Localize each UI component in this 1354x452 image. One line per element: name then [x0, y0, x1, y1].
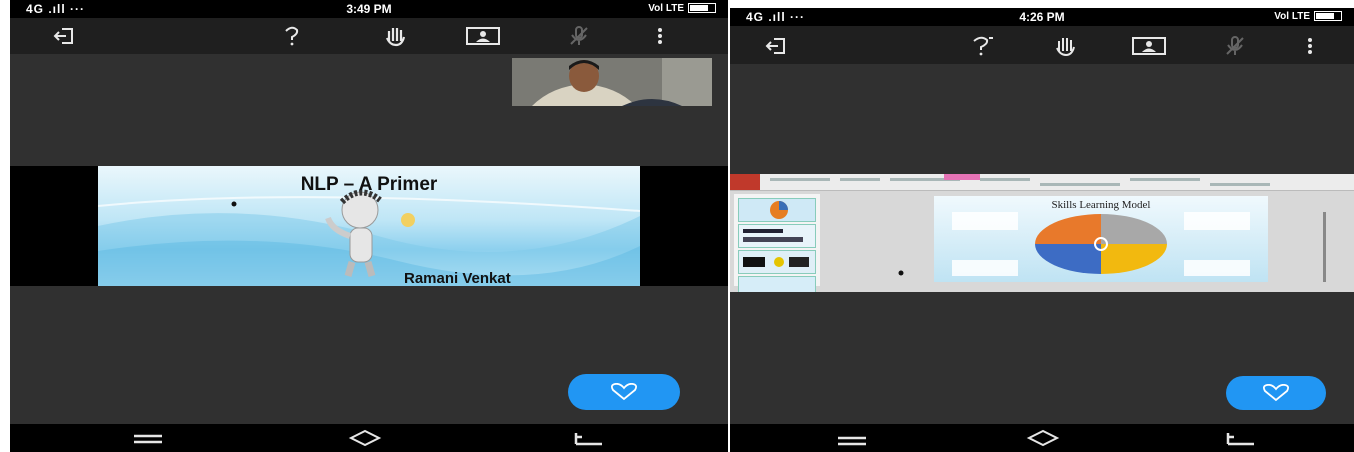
heart-button[interactable] — [568, 374, 680, 410]
shared-screen: Skills Learning Model — [730, 174, 1354, 292]
exit-icon[interactable] — [52, 25, 76, 47]
presenter-video[interactable] — [512, 58, 712, 106]
question-icon[interactable] — [970, 35, 994, 57]
home-icon[interactable] — [1026, 429, 1060, 452]
slide-author: Ramani Venkat — [404, 270, 511, 286]
status-time: 4:26 PM — [1019, 10, 1065, 24]
ppt-scrollbar[interactable] — [1323, 212, 1326, 282]
back-icon[interactable] — [574, 429, 604, 452]
battery-icon — [688, 3, 716, 14]
raise-hand-icon[interactable] — [1054, 35, 1078, 57]
heart-icon — [1262, 384, 1290, 402]
shared-slide-area: NLP – A Primer Ramani Venkat — [10, 166, 728, 286]
current-slide: Skills Learning Model — [934, 196, 1268, 282]
network-label: Vol LTE — [648, 3, 684, 14]
meeting-toolbar — [10, 18, 728, 54]
status-time: 3:49 PM — [346, 2, 392, 16]
heart-button[interactable] — [1226, 376, 1326, 410]
shared-slide: NLP – A Primer Ramani Venkat — [98, 166, 640, 286]
microphone-icon[interactable] — [1224, 35, 1246, 57]
slide-thumbnail[interactable] — [738, 198, 816, 222]
more-icon[interactable] — [656, 25, 664, 47]
heart-icon — [610, 383, 638, 401]
meeting-toolbar — [730, 26, 1354, 64]
signal-indicator: 4G .ıll ··· — [746, 10, 805, 24]
menu-icon[interactable] — [838, 434, 866, 452]
status-bar: 4G .ıll ··· 4:26 PM Vol LTE — [730, 8, 1354, 26]
home-icon[interactable] — [348, 429, 382, 452]
android-nav-bar — [730, 424, 1354, 452]
back-icon[interactable] — [1226, 429, 1256, 452]
right-phone-screen: 4G .ıll ··· 4:26 PM Vol LTE Skills Learn… — [730, 8, 1354, 452]
battery-icon — [1314, 11, 1342, 22]
ppt-ribbon — [730, 174, 1354, 191]
more-icon[interactable] — [1306, 35, 1314, 57]
laser-pointer — [898, 270, 904, 276]
slide-thumbnails-panel — [734, 194, 820, 292]
slide-thumbnail[interactable] — [738, 250, 816, 274]
status-right: Vol LTE — [648, 3, 716, 14]
slide-thumbnail[interactable] — [738, 276, 816, 292]
question-icon[interactable] — [282, 25, 302, 47]
microphone-icon[interactable] — [568, 25, 590, 47]
status-bar: 4G .ıll ··· 3:49 PM Vol LTE — [10, 0, 728, 18]
menu-icon[interactable] — [134, 432, 162, 450]
network-label: Vol LTE — [1274, 11, 1310, 22]
signal-indicator: 4G .ıll ··· — [26, 2, 85, 16]
left-phone-screen: 4G .ıll ··· 3:49 PM Vol LTE NLP – A Prim… — [10, 0, 728, 452]
exit-icon[interactable] — [764, 35, 788, 57]
skills-pie-graphic — [952, 212, 1250, 276]
raise-hand-icon[interactable] — [384, 25, 408, 47]
presentation-icon[interactable] — [1132, 35, 1166, 57]
slide-thumbnail[interactable] — [738, 224, 816, 248]
presentation-icon[interactable] — [466, 25, 500, 47]
android-nav-bar — [10, 424, 728, 452]
status-right: Vol LTE — [1274, 11, 1342, 22]
slide-title: NLP – A Primer — [300, 174, 438, 195]
